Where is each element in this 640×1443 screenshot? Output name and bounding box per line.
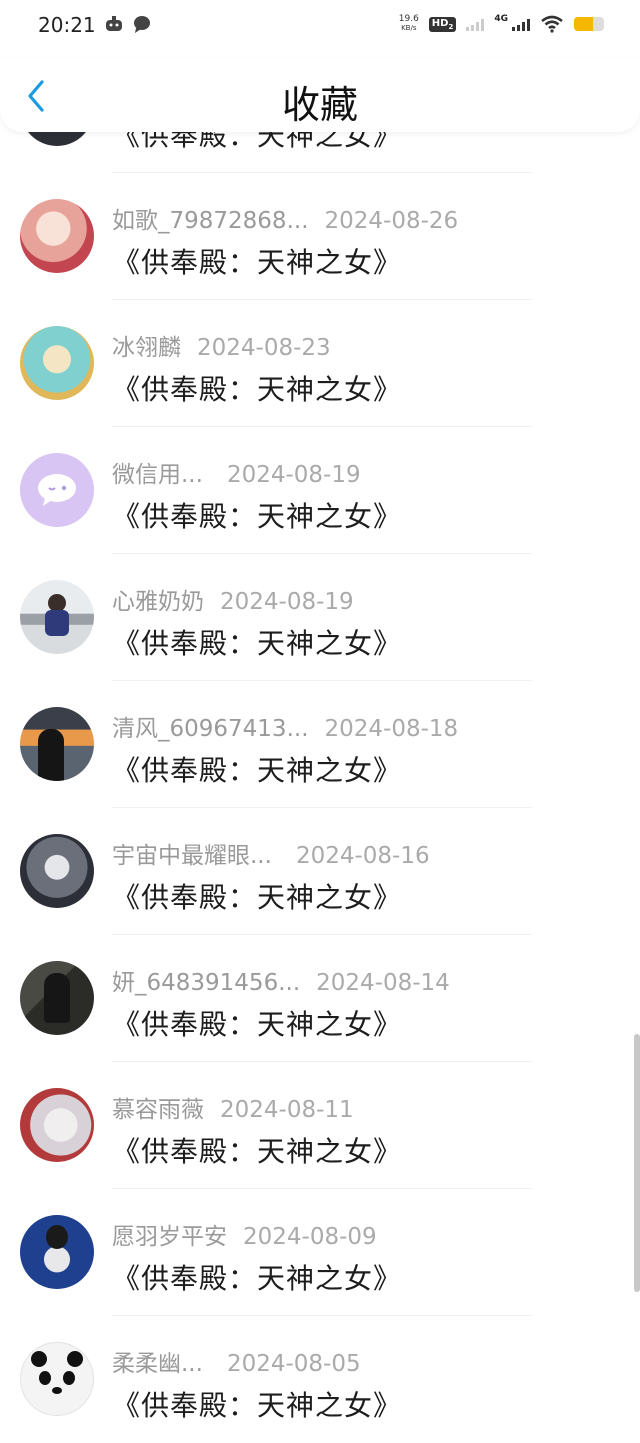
book-title: 《供奉殿：天神之女》 (112, 1389, 403, 1422)
item-meta: 微信用... 2024-08-19 (112, 455, 361, 489)
chat-bubble-icon (134, 16, 150, 33)
username: 微信用... (112, 462, 203, 488)
list-item[interactable]: 微信用... 2024-08-19 《供奉殿：天神之女》 (0, 427, 640, 554)
list-item[interactable]: 愿羽岁平安 2024-08-09 《供奉殿：天神之女》 (0, 1189, 640, 1316)
game-controller-icon (106, 16, 122, 31)
default-avatar-icon (38, 474, 76, 506)
wifi-icon (541, 15, 563, 33)
date: 2024-08-19 (226, 462, 361, 488)
book-title: 《供奉殿：天神之女》 (112, 754, 403, 787)
avatar (20, 326, 94, 400)
date: 2024-08-23 (197, 335, 331, 361)
network-type: 4G (494, 14, 508, 24)
username: 冰翎麟 (112, 335, 181, 361)
item-meta: 如歌_79872868... 2024-08-26 (112, 201, 458, 235)
item-meta: 愿羽岁平安 2024-08-09 (112, 1217, 377, 1251)
item-meta: 妍_648391456... 2024-08-14 (112, 963, 450, 997)
battery-icon (574, 17, 604, 31)
list-item[interactable]: 妍_648391456... 2024-08-14 《供奉殿：天神之女》 (0, 935, 640, 1062)
signal-sim1-icon (512, 17, 530, 31)
app-header: 收藏 (0, 58, 640, 132)
item-meta: 宇宙中最耀眼... 2024-08-16 (112, 836, 430, 870)
username: 愿羽岁平安 (112, 1224, 227, 1250)
list-item[interactable]: 宇宙中最耀眼... 2024-08-16 《供奉殿：天神之女》 (0, 808, 640, 935)
username: 妍_648391456... (112, 970, 301, 996)
book-title: 《供奉殿：天神之女》 (112, 881, 403, 914)
date: 2024-08-05 (226, 1351, 361, 1377)
status-time: 20:21 (38, 13, 96, 37)
avatar (20, 453, 94, 527)
avatar (20, 199, 94, 273)
scrollbar[interactable] (634, 1034, 640, 1292)
date: 2024-08-14 (316, 970, 450, 996)
item-meta: 心雅奶奶 2024-08-19 (112, 582, 354, 616)
username: 宇宙中最耀眼... (112, 843, 272, 869)
book-title: 《供奉殿：天神之女》 (112, 500, 403, 533)
date: 2024-08-16 (295, 843, 430, 869)
item-meta: 清风_60967413... 2024-08-18 (112, 709, 458, 743)
avatar (20, 1342, 94, 1416)
hd-voice-icon: HD2 (428, 16, 457, 32)
status-bar: 20:21 19.6 KB/s HD2 4G (0, 0, 640, 50)
date: 2024-08-18 (324, 716, 459, 742)
username: 清风_60967413... (112, 716, 309, 742)
list-item[interactable]: 冰翎麟 2024-08-23 《供奉殿：天神之女》 (0, 300, 640, 427)
avatar (20, 834, 94, 908)
book-title: 《供奉殿：天神之女》 (112, 627, 403, 660)
list-item[interactable]: 心雅奶奶 2024-08-19 《供奉殿：天神之女》 (0, 554, 640, 681)
book-title: 《供奉殿：天神之女》 (112, 1262, 403, 1295)
username: 心雅奶奶 (112, 589, 204, 615)
date: 2024-08-26 (324, 208, 459, 234)
status-right-icons: 19.6 KB/s HD2 4G (399, 14, 604, 34)
item-meta: 慕容雨薇 2024-08-11 (112, 1090, 354, 1124)
book-title: 《供奉殿：天神之女》 (112, 1008, 403, 1041)
username: 慕容雨薇 (112, 1097, 204, 1123)
date: 2024-08-19 (220, 589, 354, 615)
avatar (20, 961, 94, 1035)
avatar (20, 1215, 94, 1289)
book-title: 《供奉殿：天神之女》 (112, 373, 403, 406)
username: 柔柔幽... (112, 1351, 203, 1377)
signal-sim2-icon (466, 17, 485, 31)
list-item[interactable]: 慕容雨薇 2024-08-11 《供奉殿：天神之女》 (0, 1062, 640, 1189)
item-meta: 柔柔幽... 2024-08-05 (112, 1344, 361, 1378)
username: 如歌_79872868... (112, 208, 309, 234)
item-meta: 冰翎麟 2024-08-23 (112, 328, 331, 362)
notification-icons (104, 14, 152, 34)
avatar (20, 580, 94, 654)
avatar (20, 707, 94, 781)
network-speed: 19.6 KB/s (398, 14, 419, 33)
avatar (20, 1088, 94, 1162)
book-title: 《供奉殿：天神之女》 (112, 1135, 403, 1168)
book-title: 《供奉殿：天神之女》 (112, 246, 403, 279)
date: 2024-08-09 (243, 1224, 377, 1250)
list-item[interactable]: 清风_60967413... 2024-08-18 《供奉殿：天神之女》 (0, 681, 640, 808)
list-item[interactable]: 柔柔幽... 2024-08-05 《供奉殿：天神之女》 (0, 1316, 640, 1443)
list-item[interactable]: 如歌_79872868... 2024-08-26 《供奉殿：天神之女》 (0, 173, 640, 300)
date: 2024-08-11 (220, 1097, 354, 1123)
page-title: 收藏 (281, 83, 358, 127)
